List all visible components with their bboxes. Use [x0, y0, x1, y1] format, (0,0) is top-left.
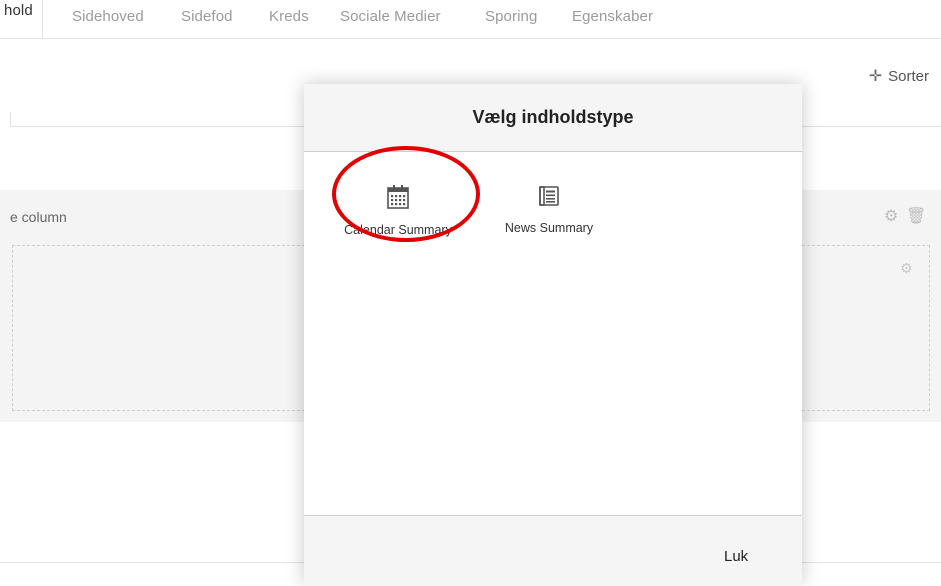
tab-egenskaber[interactable]: Egenskaber — [572, 8, 653, 25]
tab-sidefod[interactable]: Sidefod — [181, 8, 233, 25]
close-button[interactable]: Luk — [718, 544, 754, 569]
tab-sporing[interactable]: Sporing — [485, 8, 537, 25]
column-label: e column — [10, 209, 67, 225]
gear-icon[interactable]: ⚙ — [884, 206, 898, 226]
dialog-header: Vælg indholdstype — [304, 84, 802, 152]
content-type-label: News Summary — [504, 221, 594, 235]
tab-sidehoved[interactable]: Sidehoved — [72, 8, 144, 25]
tab-kreds[interactable]: Kreds — [269, 8, 309, 25]
content-type-news-summary[interactable]: News Summary — [479, 185, 619, 235]
trash-icon[interactable]: 🗑 — [906, 206, 926, 226]
dialog-title: Vælg indholdstype — [472, 107, 634, 127]
content-type-label: Calendar Summary — [344, 223, 452, 237]
sorter-button[interactable]: ✛ Sorter — [869, 66, 929, 86]
calendar-icon — [387, 185, 409, 209]
move-icon: ✛ — [868, 68, 883, 85]
content-type-dialog: Vælg indholdstype Calendar Summary News … — [304, 84, 802, 586]
tab-content[interactable]: hold — [0, 0, 43, 38]
tab-sociale-medier[interactable]: Sociale Medier — [340, 8, 441, 25]
tab-bar: hold Sidehoved Sidefod Kreds Sociale Med… — [0, 0, 941, 39]
content-type-calendar-summary[interactable]: Calendar Summary — [328, 185, 468, 237]
dialog-footer: Luk — [304, 515, 802, 586]
gear-icon[interactable]: ⚙ — [900, 260, 913, 277]
news-icon — [539, 186, 559, 206]
